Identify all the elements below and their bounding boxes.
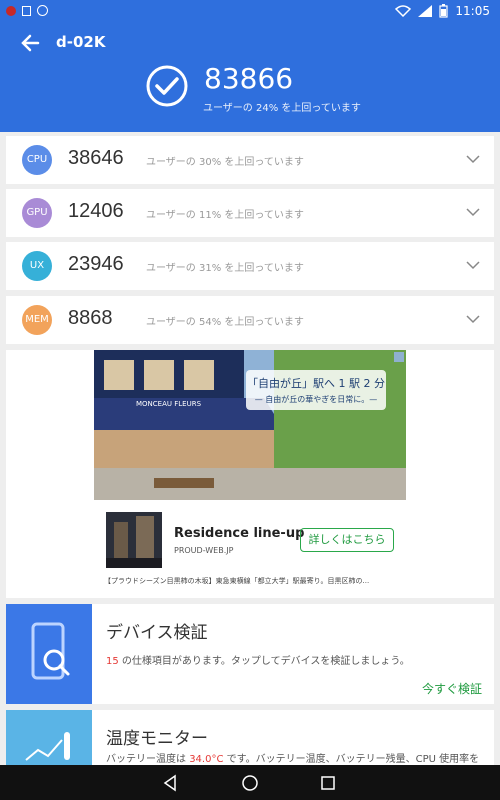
gpu-score: 12406 [68, 200, 124, 222]
shop-sign: MONCEAU FLEURS [136, 400, 202, 408]
ux-rank-text: ユーザーの 31% を上回っています [146, 263, 304, 274]
ux-score: 23946 [68, 253, 124, 275]
ad-thumbnail[interactable] [106, 512, 162, 568]
info-icon [37, 5, 48, 16]
ad-banner[interactable]: 「自由が丘」駅へ 1 駅 2 分 — 自由が丘の華やぎを日常に。— MONCEA… [6, 350, 494, 598]
mem-rank-text: ユーザーの 54% を上回っています [146, 317, 304, 328]
ad-cta-button[interactable]: 詳しくはこちら [300, 528, 394, 552]
device-verify-desc: 15 の仕様項目があります。タップしてデバイスを検証しましょう。 [106, 656, 410, 667]
device-verify-card[interactable]: デバイス検証 15 の仕様項目があります。タップしてデバイスを検証しましょう。 … [6, 604, 494, 704]
ad-image-caption: 「自由が丘」駅へ 1 駅 2 分 — 自由が丘の華やぎを日常に。— [246, 370, 386, 410]
home-nav-icon[interactable] [240, 773, 260, 793]
thermometer-chart-icon [25, 732, 70, 761]
score-row-cpu[interactable]: CPU 38646 ユーザーの 30% を上回っています [6, 136, 494, 184]
building-photo [106, 512, 162, 568]
score-row-mem[interactable]: MEM 8868 ユーザーの 54% を上回っています [6, 296, 494, 344]
gpu-rank-text: ユーザーの 11% を上回っています [146, 210, 304, 221]
score-header: d-02K 83866 ユーザーの 24% を上回っています [0, 24, 500, 132]
cpu-score: 38646 [68, 147, 124, 169]
battery-temp: 34.0°C [189, 754, 224, 765]
phone-search-icon [31, 622, 70, 680]
mem-badge: MEM [22, 305, 52, 335]
cpu-rank-text: ユーザーの 30% を上回っています [146, 157, 304, 168]
app-notification-icon [6, 5, 16, 16]
battery-icon [439, 4, 449, 18]
adchoices-icon[interactable] [394, 352, 404, 362]
verify-now-link[interactable]: 今すぐ検証 [422, 680, 482, 697]
ad-domain: PROUD-WEB.JP [174, 546, 234, 555]
temperature-title: 温度モニター [106, 729, 208, 749]
device-verify-title: デバイス検証 [106, 623, 208, 643]
total-score: 83866 [204, 62, 294, 95]
cpu-badge: CPU [22, 145, 52, 175]
clock: 11:05 [455, 4, 490, 18]
device-title: d-02K [56, 33, 106, 51]
temperature-icon-bg [6, 710, 92, 765]
chevron-down-icon[interactable] [466, 312, 480, 326]
sim-icon [22, 5, 31, 16]
recents-nav-icon[interactable] [318, 773, 338, 793]
ad-headline[interactable]: Residence line-up [174, 526, 304, 541]
gpu-badge: GPU [22, 198, 52, 228]
status-bar: 11:05 [0, 0, 500, 24]
signal-icon [418, 5, 433, 17]
ad-description: 【プラウドシーズン目黒柿の木坂】東急東横線「都立大学」駅最寄り。目黒区柿の... [104, 577, 370, 585]
chevron-down-icon[interactable] [466, 205, 480, 219]
device-verify-icon-bg [6, 604, 92, 704]
temperature-card[interactable]: 温度モニター バッテリー温度は 34.0°C です。バッテリー温度、バッテリー残… [6, 710, 494, 765]
back-arrow-icon[interactable] [18, 30, 44, 56]
score-row-gpu[interactable]: GPU 12406 ユーザーの 11% を上回っています [6, 189, 494, 237]
ad-image[interactable]: 「自由が丘」駅へ 1 駅 2 分 — 自由が丘の華やぎを日常に。— MONCEA… [94, 350, 406, 500]
back-nav-icon[interactable] [160, 773, 180, 793]
spec-count: 15 [106, 656, 119, 667]
chevron-down-icon[interactable] [466, 152, 480, 166]
wifi-icon [395, 5, 412, 17]
chevron-down-icon[interactable] [466, 258, 480, 272]
temperature-desc: バッテリー温度は 34.0°C です。バッテリー温度、バッテリー残量、CPU 使… [106, 754, 480, 765]
mem-score: 8868 [68, 307, 113, 329]
check-circle-icon [146, 65, 188, 107]
score-row-ux[interactable]: UX 23946 ユーザーの 31% を上回っています [6, 242, 494, 290]
total-rank-text: ユーザーの 24% を上回っています [203, 103, 361, 114]
system-nav-bar [0, 765, 500, 800]
ux-badge: UX [22, 251, 52, 281]
